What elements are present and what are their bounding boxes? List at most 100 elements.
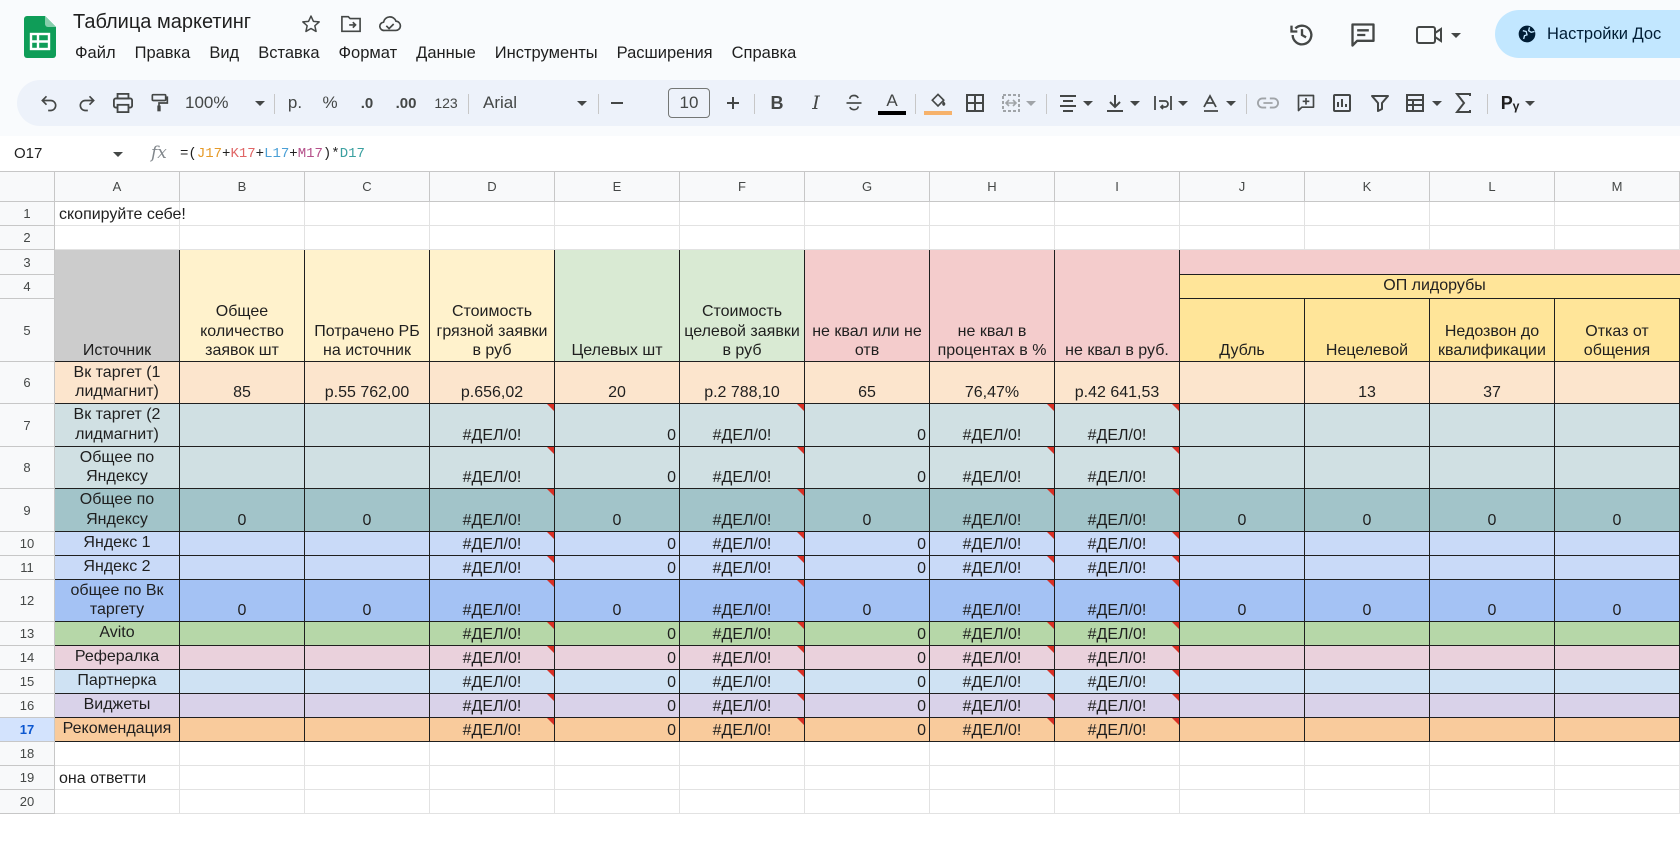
cell[interactable] bbox=[1430, 226, 1555, 250]
data-cell[interactable]: р.55 762,00 bbox=[305, 362, 430, 404]
data-cell[interactable] bbox=[305, 670, 430, 694]
data-cell[interactable] bbox=[180, 447, 305, 489]
data-cell[interactable] bbox=[305, 694, 430, 718]
menu-view[interactable]: Вид bbox=[200, 41, 249, 66]
data-cell[interactable]: #ДЕЛ/0! bbox=[680, 622, 805, 646]
number-format-button[interactable]: 123 bbox=[430, 87, 462, 119]
cell[interactable] bbox=[305, 766, 430, 790]
menu-data[interactable]: Данные bbox=[407, 41, 486, 66]
cell[interactable] bbox=[55, 790, 180, 814]
data-cell[interactable] bbox=[180, 694, 305, 718]
data-cell[interactable]: #ДЕЛ/0! bbox=[430, 646, 555, 670]
data-cell[interactable]: 0 bbox=[555, 532, 680, 556]
data-cell[interactable]: р.42 641,53 bbox=[1055, 362, 1180, 404]
row-header-20[interactable]: 20 bbox=[0, 790, 55, 814]
column-header-l[interactable]: L bbox=[1430, 172, 1555, 202]
column-title-i[interactable]: не квал в руб. bbox=[1055, 250, 1180, 362]
column-header-e[interactable]: E bbox=[555, 172, 680, 202]
data-cell[interactable] bbox=[1555, 622, 1680, 646]
data-cell[interactable] bbox=[180, 718, 305, 742]
data-cell[interactable]: #ДЕЛ/0! bbox=[430, 404, 555, 447]
data-cell[interactable]: 0 bbox=[555, 556, 680, 580]
data-cell[interactable]: #ДЕЛ/0! bbox=[930, 489, 1055, 532]
insert-comment-icon[interactable] bbox=[1292, 87, 1320, 119]
cell[interactable] bbox=[1180, 202, 1305, 226]
name-box-dropdown-icon[interactable] bbox=[113, 152, 123, 157]
cell[interactable] bbox=[1555, 790, 1680, 814]
cell[interactable] bbox=[680, 742, 805, 766]
source-name-cell[interactable]: Рекомендация bbox=[55, 718, 180, 742]
data-cell[interactable]: 0 bbox=[805, 404, 930, 447]
cell[interactable] bbox=[1430, 766, 1555, 790]
menu-edit[interactable]: Правка bbox=[126, 41, 201, 66]
row-header-1[interactable]: 1 bbox=[0, 202, 55, 226]
cell[interactable] bbox=[180, 766, 305, 790]
data-cell[interactable] bbox=[1555, 532, 1680, 556]
data-cell[interactable]: 0 bbox=[305, 489, 430, 532]
data-cell[interactable] bbox=[1180, 670, 1305, 694]
insert-chart-icon[interactable] bbox=[1328, 87, 1356, 119]
cell[interactable] bbox=[1055, 226, 1180, 250]
percent-format-button[interactable]: % bbox=[317, 87, 343, 119]
cell[interactable] bbox=[1305, 226, 1430, 250]
data-cell[interactable]: 0 bbox=[555, 447, 680, 489]
data-cell[interactable]: 0 bbox=[1180, 580, 1305, 622]
data-cell[interactable]: 0 bbox=[555, 694, 680, 718]
cell[interactable] bbox=[1430, 790, 1555, 814]
row-header-18[interactable]: 18 bbox=[0, 742, 55, 766]
data-cell[interactable] bbox=[1305, 646, 1430, 670]
source-name-cell[interactable]: Вк таргет (1 лидмагнит) bbox=[55, 362, 180, 404]
data-cell[interactable]: #ДЕЛ/0! bbox=[430, 489, 555, 532]
data-cell[interactable] bbox=[305, 622, 430, 646]
data-cell[interactable]: 0 bbox=[805, 580, 930, 622]
cell[interactable] bbox=[1555, 202, 1680, 226]
data-cell[interactable] bbox=[1180, 532, 1305, 556]
data-cell[interactable] bbox=[1430, 718, 1555, 742]
group-header-cell[interactable] bbox=[1180, 250, 1680, 275]
data-cell[interactable]: #ДЕЛ/0! bbox=[1055, 670, 1180, 694]
zoom-select[interactable]: 100% bbox=[185, 87, 265, 119]
op-group-header[interactable]: ОП лидорубы bbox=[1180, 275, 1680, 299]
data-cell[interactable] bbox=[305, 447, 430, 489]
data-cell[interactable]: 0 bbox=[555, 622, 680, 646]
data-cell[interactable] bbox=[180, 556, 305, 580]
column-title-b[interactable]: Общее количество заявок шт bbox=[180, 250, 305, 362]
text-wrap-icon[interactable] bbox=[1149, 87, 1191, 119]
data-cell[interactable]: #ДЕЛ/0! bbox=[1055, 556, 1180, 580]
menu-extensions[interactable]: Расширения bbox=[608, 41, 723, 66]
data-cell[interactable]: #ДЕЛ/0! bbox=[930, 694, 1055, 718]
row-header-17[interactable]: 17 bbox=[0, 718, 55, 742]
filter-icon[interactable] bbox=[1366, 87, 1394, 119]
data-cell[interactable]: 37 bbox=[1430, 362, 1555, 404]
cell[interactable] bbox=[930, 790, 1055, 814]
data-cell[interactable]: #ДЕЛ/0! bbox=[1055, 447, 1180, 489]
data-cell[interactable]: #ДЕЛ/0! bbox=[930, 646, 1055, 670]
source-name-cell[interactable]: Партнерка bbox=[55, 670, 180, 694]
data-cell[interactable] bbox=[1555, 404, 1680, 447]
horizontal-align-icon[interactable] bbox=[1054, 87, 1096, 119]
share-button[interactable]: Настройки Дос bbox=[1495, 10, 1680, 58]
cell[interactable] bbox=[680, 766, 805, 790]
data-cell[interactable]: #ДЕЛ/0! bbox=[430, 580, 555, 622]
row-header-12[interactable]: 12 bbox=[0, 580, 55, 622]
column-header-j[interactable]: J bbox=[1180, 172, 1305, 202]
column-title-c[interactable]: Потрачено РБ на источник bbox=[305, 250, 430, 362]
data-cell[interactable] bbox=[1180, 404, 1305, 447]
cloud-status-icon[interactable] bbox=[377, 11, 403, 37]
cell[interactable] bbox=[1055, 790, 1180, 814]
source-name-cell[interactable]: Общее по Яндексу bbox=[55, 447, 180, 489]
data-cell[interactable]: #ДЕЛ/0! bbox=[1055, 718, 1180, 742]
data-cell[interactable]: 0 bbox=[1305, 580, 1430, 622]
column-title-j[interactable]: Дубль bbox=[1180, 299, 1305, 362]
data-cell[interactable]: р.2 788,10 bbox=[680, 362, 805, 404]
data-cell[interactable]: #ДЕЛ/0! bbox=[430, 556, 555, 580]
data-cell[interactable]: #ДЕЛ/0! bbox=[680, 694, 805, 718]
data-cell[interactable]: 0 bbox=[555, 580, 680, 622]
data-cell[interactable] bbox=[305, 718, 430, 742]
menu-insert[interactable]: Вставка bbox=[249, 41, 329, 66]
menu-file[interactable]: Файл bbox=[66, 41, 126, 66]
data-cell[interactable]: #ДЕЛ/0! bbox=[1055, 580, 1180, 622]
cell[interactable] bbox=[180, 226, 305, 250]
document-title[interactable]: Таблица маркетинг bbox=[73, 11, 251, 34]
cell[interactable] bbox=[180, 742, 305, 766]
